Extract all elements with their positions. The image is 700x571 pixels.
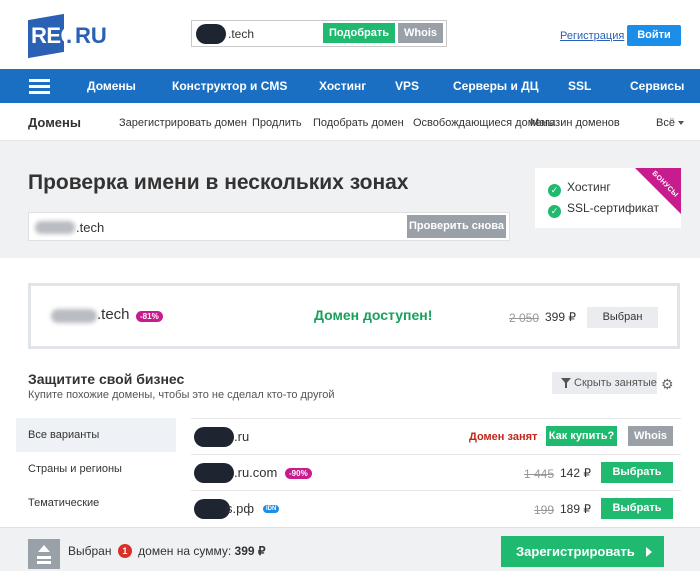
category-thematic[interactable]: Тематические bbox=[16, 486, 176, 520]
logo[interactable]: REG . RU bbox=[28, 13, 120, 59]
subnav-item-register[interactable]: Зарегистрировать домен bbox=[119, 117, 247, 129]
nav-item-domains[interactable]: Домены bbox=[87, 79, 136, 93]
section-title: Защитите свой бизнес bbox=[28, 371, 185, 387]
domain-result-card: .tech -81% Домен доступен! 2 050 399 ₽ В… bbox=[28, 283, 680, 349]
old-price: 199 bbox=[534, 503, 555, 517]
main-nav: Домены Конструктор и CMS Хостинг VPS Сер… bbox=[0, 69, 700, 103]
pick-button[interactable]: Подобрать bbox=[323, 23, 395, 43]
cart-sum-value: 399 ₽ bbox=[234, 544, 266, 558]
bonus-item-hosting: ✓ Хостинг bbox=[548, 180, 611, 197]
redacted-text bbox=[51, 309, 97, 323]
check-again-button[interactable]: Проверить снова bbox=[407, 215, 506, 238]
how-to-buy-button[interactable]: Как купить? bbox=[546, 426, 617, 446]
search-value: .tech bbox=[228, 27, 255, 41]
menu-icon[interactable] bbox=[29, 79, 50, 94]
category-list: Все варианты Страны и регионы Тематическ… bbox=[16, 418, 176, 520]
register-link[interactable]: Регистрация bbox=[560, 30, 624, 42]
collapse-cart-icon[interactable] bbox=[28, 539, 60, 569]
nav-item-servers[interactable]: Серверы и ДЦ bbox=[453, 79, 539, 93]
new-price: 189 ₽ bbox=[560, 502, 591, 516]
chevron-right-icon bbox=[646, 547, 652, 557]
old-price: 2 050 bbox=[509, 311, 540, 325]
whois-button[interactable]: Whois bbox=[628, 426, 673, 446]
nav-item-hosting[interactable]: Хостинг bbox=[319, 79, 366, 93]
hide-taken-label: Скрыть занятые bbox=[574, 377, 657, 389]
domain-check-value: .tech bbox=[76, 220, 105, 235]
choose-button[interactable]: Выбрать bbox=[601, 498, 673, 519]
page-title: Проверка имени в нескольких зонах bbox=[28, 171, 409, 194]
subnav-item-shop[interactable]: Магазин доменов bbox=[530, 117, 620, 129]
domain-taken-status: Домен занят bbox=[469, 431, 538, 443]
domain-name: .ru.com bbox=[234, 465, 278, 480]
nav-item-vps[interactable]: VPS bbox=[395, 79, 419, 93]
category-countries[interactable]: Страны и регионы bbox=[16, 452, 176, 486]
gear-icon[interactable]: ⚙ bbox=[661, 376, 674, 393]
hide-taken-button[interactable]: Скрыть занятые bbox=[552, 372, 657, 394]
new-price: 142 ₽ bbox=[560, 466, 591, 480]
logo-dot: . bbox=[66, 23, 73, 48]
chevron-down-icon bbox=[677, 121, 684, 126]
sub-nav: Домены Зарегистрировать домен Продлить П… bbox=[0, 103, 700, 141]
redacted-text bbox=[194, 463, 234, 483]
redacted-text bbox=[35, 221, 75, 234]
discount-badge: -81% bbox=[136, 311, 163, 322]
subnav-item-renew[interactable]: Продлить bbox=[252, 117, 302, 129]
domain-name: s.рф bbox=[226, 501, 255, 516]
nav-item-ssl[interactable]: SSL bbox=[568, 79, 591, 93]
redacted-text bbox=[196, 24, 226, 44]
redacted-text bbox=[194, 499, 230, 519]
old-price: 1 445 bbox=[524, 467, 555, 481]
result-domain: .tech bbox=[97, 306, 130, 323]
login-button[interactable]: Войти bbox=[627, 25, 681, 46]
register-button-label: Зарегистрировать bbox=[516, 544, 635, 559]
domain-name: .ru bbox=[234, 429, 250, 444]
cart-selected-label: Выбран bbox=[68, 544, 112, 558]
new-price: 399 ₽ bbox=[545, 310, 576, 324]
register-button[interactable]: Зарегистрировать bbox=[501, 536, 664, 567]
subnav-item-all-label: Всё bbox=[656, 117, 675, 129]
check-icon: ✓ bbox=[548, 205, 561, 218]
discount-badge: -90% bbox=[285, 468, 312, 479]
section-subtitle: Купите похожие домены, чтобы это не сдел… bbox=[28, 389, 335, 401]
list-item: s.рф IDN 199 189 ₽ Выбрать bbox=[191, 490, 681, 526]
bonus-ribbon: БОНУСЫ bbox=[635, 168, 681, 214]
chosen-button[interactable]: Выбран bbox=[587, 307, 658, 328]
nav-item-services[interactable]: Сервисы bbox=[630, 79, 684, 93]
whois-button[interactable]: Whois bbox=[398, 23, 443, 43]
cart-count-badge: 1 bbox=[117, 544, 132, 558]
cart-summary: Выбран 1 домен на сумму: 399 ₽ bbox=[68, 544, 266, 558]
domain-status: Домен доступен! bbox=[314, 307, 433, 323]
list-item: .ru.com -90% 1 445 142 ₽ Выбрать bbox=[191, 454, 681, 490]
category-all[interactable]: Все варианты bbox=[16, 418, 176, 452]
subnav-item-all[interactable]: Всё bbox=[656, 117, 684, 129]
bonus-card[interactable]: ✓ Хостинг ✓ SSL-сертификат БОНУСЫ bbox=[535, 168, 681, 228]
top-header: REG . RU .tech Подобрать Whois Регистрац… bbox=[0, 0, 700, 69]
choose-button[interactable]: Выбрать bbox=[601, 462, 673, 483]
redacted-text bbox=[194, 427, 234, 447]
domain-list: .ru Домен занят Как купить? Whois .ru.co… bbox=[191, 418, 681, 526]
idn-badge: IDN bbox=[263, 505, 280, 513]
logo-suffix-text: RU bbox=[75, 23, 107, 48]
bonus-item-label: Хостинг bbox=[567, 180, 611, 194]
cart-sum-label: домен на сумму: bbox=[138, 544, 232, 558]
cart-bar: Выбран 1 домен на сумму: 399 ₽ Зарегистр… bbox=[0, 527, 700, 571]
subnav-item-pick[interactable]: Подобрать домен bbox=[313, 117, 404, 129]
list-item: .ru Домен занят Как купить? Whois bbox=[191, 418, 681, 454]
check-icon: ✓ bbox=[548, 184, 561, 197]
subnav-title: Домены bbox=[28, 115, 81, 130]
nav-item-constructor[interactable]: Конструктор и CMS bbox=[172, 79, 287, 93]
